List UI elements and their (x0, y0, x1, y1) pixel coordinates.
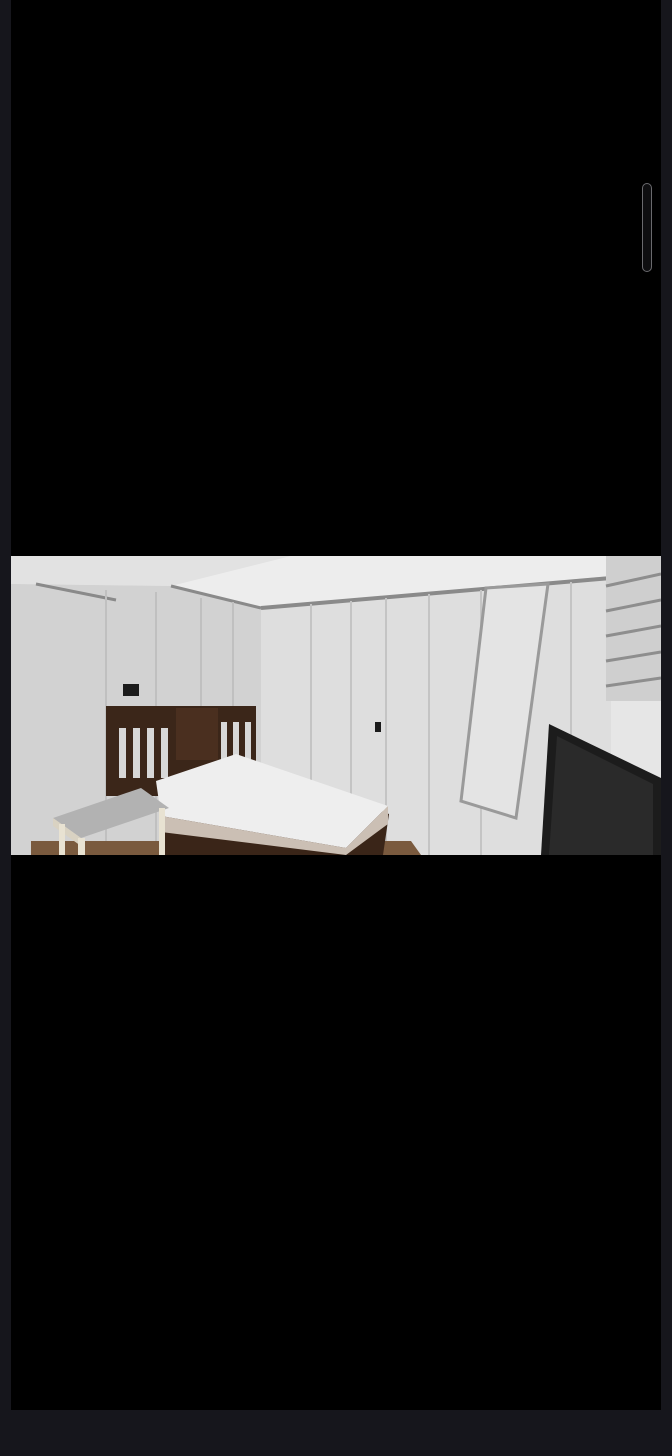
bottom-bar (0, 1410, 672, 1456)
vertical-scrollbar[interactable] (642, 183, 652, 272)
bedroom-photo[interactable] (11, 556, 661, 855)
image-viewer (0, 0, 672, 1456)
